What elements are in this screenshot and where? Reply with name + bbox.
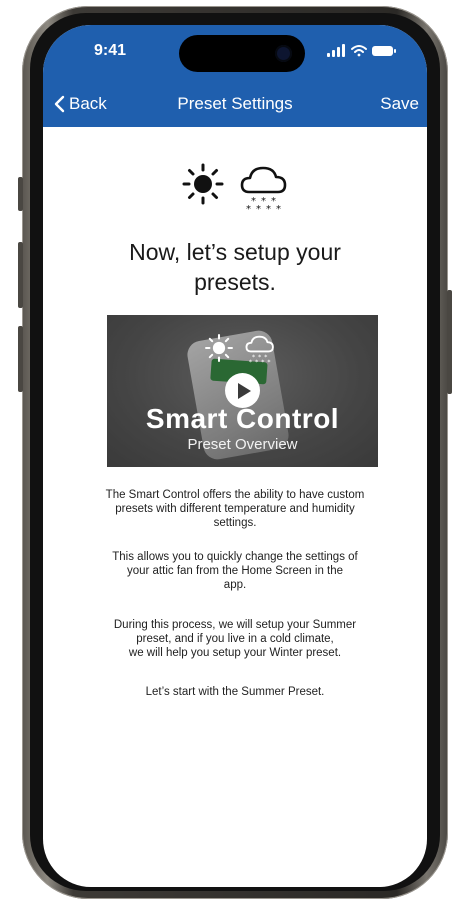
- text-line: app.: [223, 579, 247, 591]
- action-button: [18, 177, 23, 211]
- svg-text:*: *: [267, 359, 270, 365]
- snow-cloud-icon: * * * * * * *: [240, 166, 287, 214]
- dynamic-island: [179, 35, 305, 72]
- svg-text:*: *: [276, 204, 281, 214]
- video-subtitle: Preset Overview: [187, 436, 298, 453]
- process-paragraph: During this process, we will setup your …: [77, 618, 393, 660]
- text-line: your attic fan from the Home Screen in t…: [126, 565, 344, 577]
- wifi-icon: [351, 45, 367, 57]
- text-line: settings.: [213, 517, 257, 529]
- svg-text:*: *: [255, 359, 258, 365]
- video-weather-icons: * * * * * * *: [204, 333, 276, 365]
- intro-paragraph: The Smart Control offers the ability to …: [77, 488, 393, 530]
- app-header: 9:41 Back Preset Settings Save: [43, 25, 427, 127]
- battery-icon: [372, 46, 396, 56]
- svg-text:*: *: [261, 359, 264, 365]
- sun-icon: [205, 334, 233, 362]
- text-line: Let’s start with the Summer Preset.: [145, 686, 325, 698]
- preset-overview-video[interactable]: * * * * * * * Smart Control Preset Overview: [107, 315, 378, 467]
- power-button: [447, 290, 452, 394]
- snow-cloud-icon: * * * * * * *: [245, 335, 274, 365]
- svg-text:*: *: [266, 204, 271, 214]
- sun-icon: [182, 163, 224, 205]
- text-line: presets with different temperature and h…: [115, 503, 355, 515]
- svg-text:*: *: [256, 204, 261, 214]
- phone-screen: 9:41 Back Preset Settings Save * * * * *…: [43, 25, 427, 887]
- back-button[interactable]: Back: [53, 94, 107, 114]
- status-time: 9:41: [94, 42, 127, 59]
- page-title: Preset Settings: [177, 94, 293, 113]
- text-line: The Smart Control offers the ability to …: [105, 489, 365, 501]
- chevron-left-icon: [54, 95, 65, 113]
- text-line: we will help you setup your Winter prese…: [128, 647, 342, 659]
- cellular-signal-icon: [327, 44, 345, 57]
- status-icons: [327, 44, 397, 58]
- page-heading: Now, let’s setup your presets.: [63, 237, 407, 297]
- home-screen-paragraph: This allows you to quickly change the se…: [77, 550, 393, 592]
- text-line: During this process, we will setup your …: [113, 619, 357, 631]
- text-line: preset, and if you live in a cold climat…: [136, 633, 334, 645]
- heading-line-2: presets.: [194, 269, 276, 295]
- summer-preset-paragraph: Let’s start with the Summer Preset.: [77, 685, 393, 699]
- back-label: Back: [69, 94, 107, 113]
- weather-icons: * * * * * * *: [43, 162, 427, 214]
- heading-line-1: Now, let’s setup your: [129, 239, 341, 265]
- text-line: This allows you to quickly change the se…: [112, 551, 358, 563]
- svg-text:*: *: [249, 359, 252, 365]
- save-button[interactable]: Save: [380, 94, 419, 114]
- volume-up-button: [18, 242, 23, 308]
- video-title: Smart Control: [145, 403, 340, 434]
- volume-down-button: [18, 326, 23, 392]
- svg-text:*: *: [246, 204, 251, 214]
- front-camera-icon: [275, 45, 292, 62]
